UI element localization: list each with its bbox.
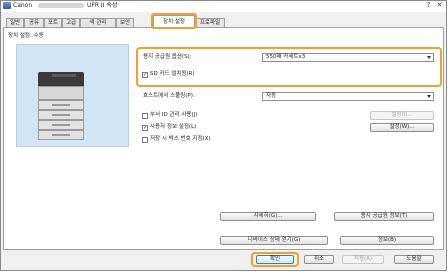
sd-card-label: SD 카드 설치됨(R) xyxy=(150,71,195,77)
dept-id-settings-button[interactable]: 설정(I)... xyxy=(370,111,434,120)
host-spooling-label: 호스트에서 스풀링(P): xyxy=(143,93,195,99)
printer-output-tray xyxy=(52,74,76,77)
user-info-settings-button[interactable]: 설정(W)... xyxy=(370,123,434,132)
tab-general[interactable]: 일반 xyxy=(6,18,24,27)
cassette-handle xyxy=(52,134,70,136)
printer-app-icon xyxy=(3,2,11,9)
window-title-app: Canon xyxy=(13,2,33,9)
active-tab-highlight xyxy=(151,13,197,29)
window-title-suffix: UFR II 속성 xyxy=(87,2,118,9)
user-info-checkbox[interactable]: ✓ xyxy=(142,125,148,131)
host-spooling-select[interactable]: 자동 xyxy=(262,92,434,101)
cassette-handle xyxy=(52,104,70,106)
page-heading: 장치 설정: 수동 xyxy=(8,33,44,39)
paper-source-label: 용지 공급원 옵션(S): xyxy=(143,54,192,60)
user-info-label: 사용자 정보 설정(L) xyxy=(150,124,197,130)
redacted-printer-name xyxy=(38,3,84,8)
paper-source-select[interactable]: 550매 카세트x3 xyxy=(262,53,434,62)
printer-body xyxy=(38,86,84,100)
chevron-down-icon[interactable] xyxy=(427,56,431,59)
ok-button[interactable]: 확인 xyxy=(256,255,294,264)
cancel-button[interactable]: 취소 xyxy=(304,255,334,264)
tab-color-management[interactable]: 색 관리 xyxy=(80,18,116,27)
cassette-handle xyxy=(52,114,70,116)
help-button[interactable]: 도움말 xyxy=(394,255,434,264)
tab-ports[interactable]: 포트 xyxy=(44,18,62,27)
details-button[interactable]: 자세히(G)... xyxy=(220,212,316,221)
storage-box-label: 저장 시 박스 번호 지정(X) xyxy=(150,136,211,142)
close-icon[interactable]: ✕ xyxy=(435,1,444,10)
sd-card-checkbox[interactable]: ✓ xyxy=(142,72,148,78)
info-button[interactable]: 정보(B) xyxy=(340,236,434,245)
help-icon[interactable]: ? xyxy=(424,1,433,10)
dept-id-label: 부서 ID 관리 사용(J) xyxy=(150,112,198,118)
tab-advanced[interactable]: 고급 xyxy=(62,18,80,27)
storage-box-checkbox[interactable] xyxy=(142,137,148,143)
tab-security[interactable]: 보안 xyxy=(116,18,134,27)
apply-button[interactable]: 적용(A) xyxy=(342,255,384,264)
get-device-status-button[interactable]: 디바이스 상태 얻기(G) xyxy=(220,236,328,245)
dept-id-checkbox[interactable] xyxy=(142,113,148,119)
chevron-down-icon[interactable] xyxy=(427,95,431,98)
paper-source-info-button[interactable]: 용지 공급원 정보(T) xyxy=(334,212,434,221)
host-spooling-value: 자동 xyxy=(266,93,277,99)
paper-source-value: 550매 카세트x3 xyxy=(266,54,306,60)
cassette-handle xyxy=(52,124,70,126)
tab-sharing[interactable]: 공유 xyxy=(24,18,44,27)
tab-profile[interactable]: 프로파일 xyxy=(195,18,225,27)
